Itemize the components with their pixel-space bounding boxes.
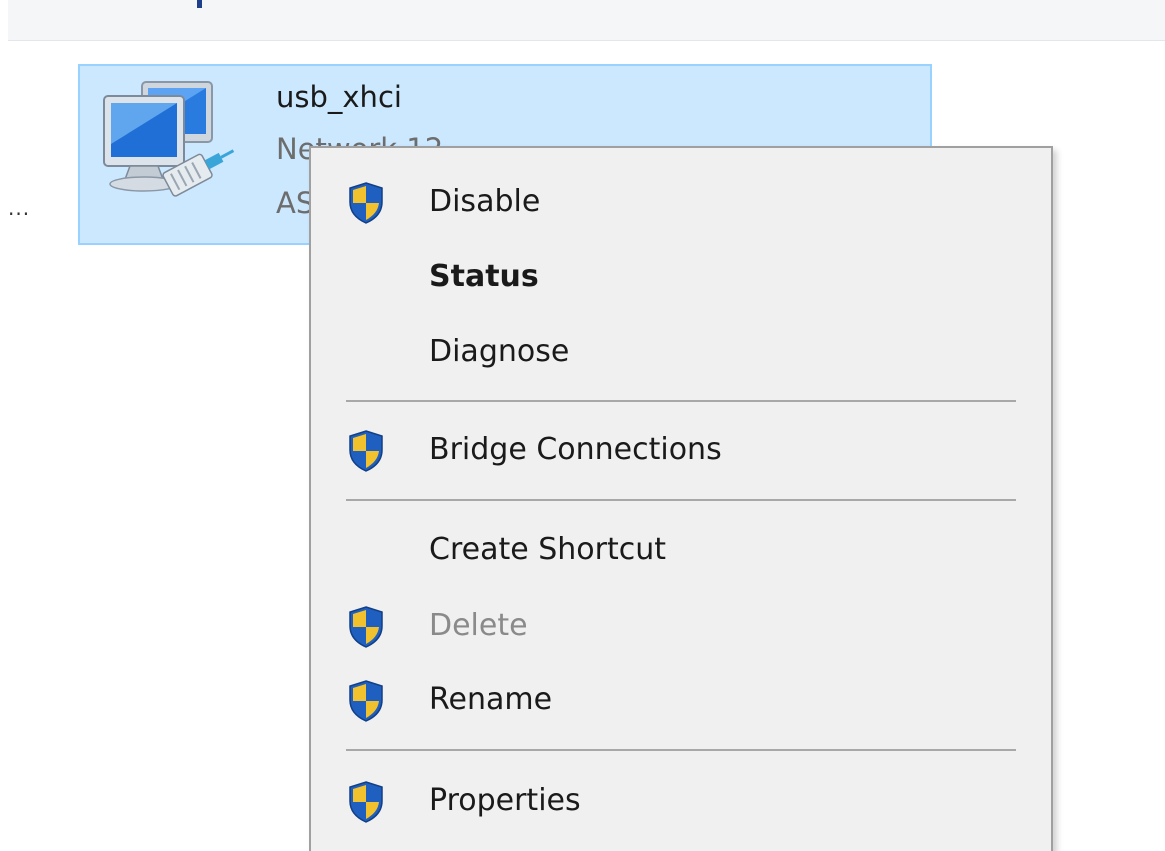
menu-item-diagnose[interactable]: Diagnose	[311, 322, 1051, 382]
uac-shield-icon	[349, 182, 383, 224]
menu-item-label: Diagnose	[429, 334, 570, 369]
menu-item-label: Delete	[429, 608, 528, 643]
uac-shield-icon	[349, 430, 383, 472]
menu-item-bridge-connections[interactable]: Bridge Connections	[311, 420, 1051, 480]
menu-item-label: Create Shortcut	[429, 532, 666, 567]
context-menu: Disable Status Diagnose Bridge Connectio…	[309, 146, 1053, 851]
menu-separator	[346, 749, 1016, 751]
toolbar-strip	[8, 0, 1165, 41]
network-adapter-icon	[103, 81, 235, 197]
menu-item-label: Rename	[429, 682, 553, 717]
menu-item-label: Bridge Connections	[429, 432, 722, 467]
menu-item-label: Status	[429, 259, 539, 294]
uac-shield-icon	[349, 680, 383, 722]
menu-item-rename[interactable]: Rename	[311, 670, 1051, 730]
uac-shield-icon	[349, 606, 383, 648]
menu-item-properties[interactable]: Properties	[311, 771, 1051, 831]
menu-item-label: Properties	[429, 783, 581, 818]
adapter-name: usb_xhci	[276, 80, 402, 114]
menu-separator	[346, 499, 1016, 501]
menu-item-delete: Delete	[311, 596, 1051, 656]
toolbar-edge-mark	[197, 0, 202, 8]
menu-item-create-shortcut[interactable]: Create Shortcut	[311, 520, 1051, 580]
menu-item-disable[interactable]: Disable	[311, 172, 1051, 232]
overflow-ellipsis: ...	[8, 196, 31, 220]
uac-shield-icon	[349, 781, 383, 823]
menu-item-status[interactable]: Status	[311, 247, 1051, 307]
network-connections-window: ... usb_xhci Netw	[0, 0, 1165, 851]
menu-item-label: Disable	[429, 184, 541, 219]
menu-separator	[346, 400, 1016, 402]
